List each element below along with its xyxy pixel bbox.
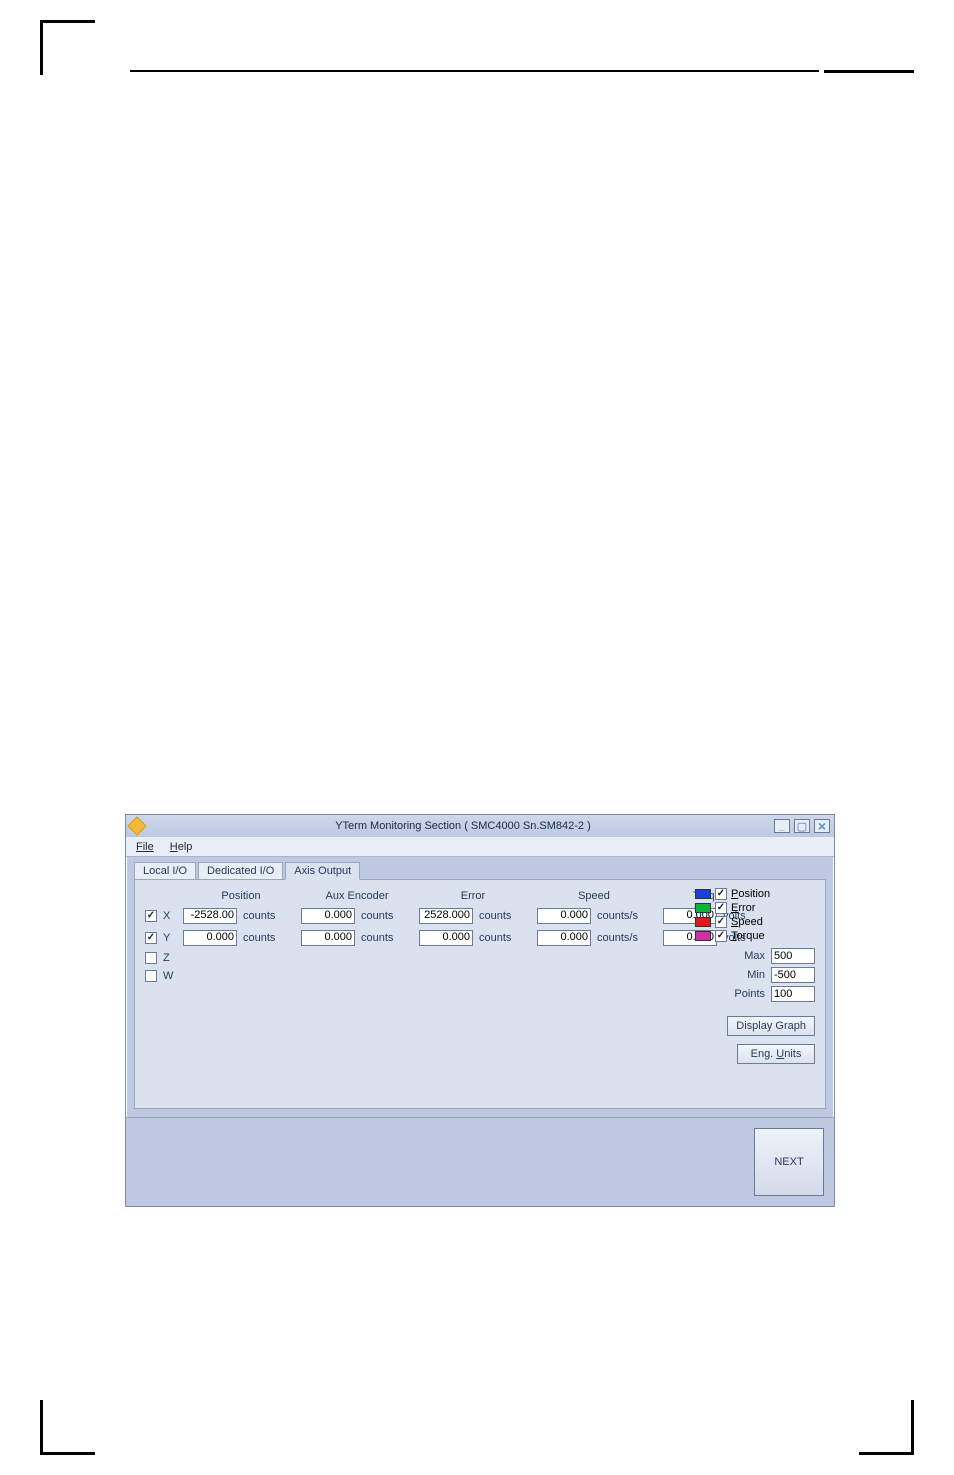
axis-w-label: W <box>163 970 177 982</box>
swatch-speed <box>695 917 711 927</box>
axis-y-position[interactable]: 0.000 <box>183 930 237 946</box>
swatch-torque <box>695 931 711 941</box>
axis-x-position[interactable]: -2528.00 <box>183 908 237 924</box>
tab-local-io[interactable]: Local I/O <box>134 862 196 880</box>
max-input[interactable] <box>771 948 815 964</box>
swatch-error <box>695 903 711 913</box>
window-title: YTerm Monitoring Section ( SMC4000 Sn.SM… <box>152 820 774 832</box>
minimize-button[interactable]: _ <box>774 819 790 833</box>
unit-counts-s: counts/s <box>597 910 647 922</box>
close-button[interactable]: × <box>814 819 830 833</box>
menubar: File Help <box>126 837 834 857</box>
tab-axis-output[interactable]: Axis Output <box>285 862 360 880</box>
unit-counts-s: counts/s <box>597 932 647 944</box>
unit-counts: counts <box>243 932 285 944</box>
legend-position-label: Position <box>731 888 770 900</box>
unit-counts: counts <box>361 910 403 922</box>
app-icon <box>127 816 147 836</box>
legend-position-checkbox[interactable] <box>715 888 727 900</box>
header-speed: Speed <box>539 890 649 902</box>
header-position: Position <box>191 890 291 902</box>
page-frame <box>40 20 914 1455</box>
max-label: Max <box>744 950 765 962</box>
menu-help[interactable]: Help <box>170 841 193 853</box>
axis-x-error[interactable]: 2528.000 <box>419 908 473 924</box>
min-input[interactable] <box>771 967 815 983</box>
header-aux-encoder: Aux Encoder <box>307 890 407 902</box>
axis-y-speed[interactable]: 0.000 <box>537 930 591 946</box>
axis-x-label: X <box>163 910 177 922</box>
display-graph-button[interactable]: Display Graph <box>727 1016 815 1036</box>
legend-speed-label: Speed <box>731 916 763 928</box>
points-input[interactable] <box>771 986 815 1002</box>
axis-z-label: Z <box>163 952 177 964</box>
unit-counts: counts <box>479 932 521 944</box>
min-label: Min <box>747 969 765 981</box>
legend-error-label: Error <box>731 902 755 914</box>
axis-y-checkbox[interactable] <box>145 932 157 944</box>
legend-torque-label: Torque <box>731 930 765 942</box>
side-panel: Position Error Speed Torque Max <box>695 888 815 1064</box>
axis-output-panel: Position Aux Encoder Error Speed Torque … <box>134 879 826 1109</box>
tab-strip: Local I/O Dedicated I/O Axis Output <box>126 857 834 879</box>
menu-file[interactable]: File <box>136 841 154 853</box>
legend-error-checkbox[interactable] <box>715 902 727 914</box>
unit-counts: counts <box>479 910 521 922</box>
axis-x-checkbox[interactable] <box>145 910 157 922</box>
eng-units-button[interactable]: Eng. Units <box>737 1044 815 1064</box>
footer: NEXT <box>126 1117 834 1206</box>
legend-torque-checkbox[interactable] <box>715 930 727 942</box>
axis-z-checkbox[interactable] <box>145 952 157 964</box>
axis-x-aux[interactable]: 0.000 <box>301 908 355 924</box>
titlebar[interactable]: YTerm Monitoring Section ( SMC4000 Sn.SM… <box>126 815 834 837</box>
axis-y-label: Y <box>163 932 177 944</box>
header-error: Error <box>423 890 523 902</box>
points-label: Points <box>734 988 765 1000</box>
unit-counts: counts <box>243 910 285 922</box>
swatch-position <box>695 889 711 899</box>
axis-y-error[interactable]: 0.000 <box>419 930 473 946</box>
axis-x-speed[interactable]: 0.000 <box>537 908 591 924</box>
legend-speed-checkbox[interactable] <box>715 916 727 928</box>
tab-dedicated-io[interactable]: Dedicated I/O <box>198 862 283 880</box>
axis-y-aux[interactable]: 0.000 <box>301 930 355 946</box>
maximize-button[interactable]: ▢ <box>794 819 810 833</box>
axis-w-checkbox[interactable] <box>145 970 157 982</box>
app-window: YTerm Monitoring Section ( SMC4000 Sn.SM… <box>125 814 835 1207</box>
next-button[interactable]: NEXT <box>754 1128 824 1196</box>
unit-counts: counts <box>361 932 403 944</box>
